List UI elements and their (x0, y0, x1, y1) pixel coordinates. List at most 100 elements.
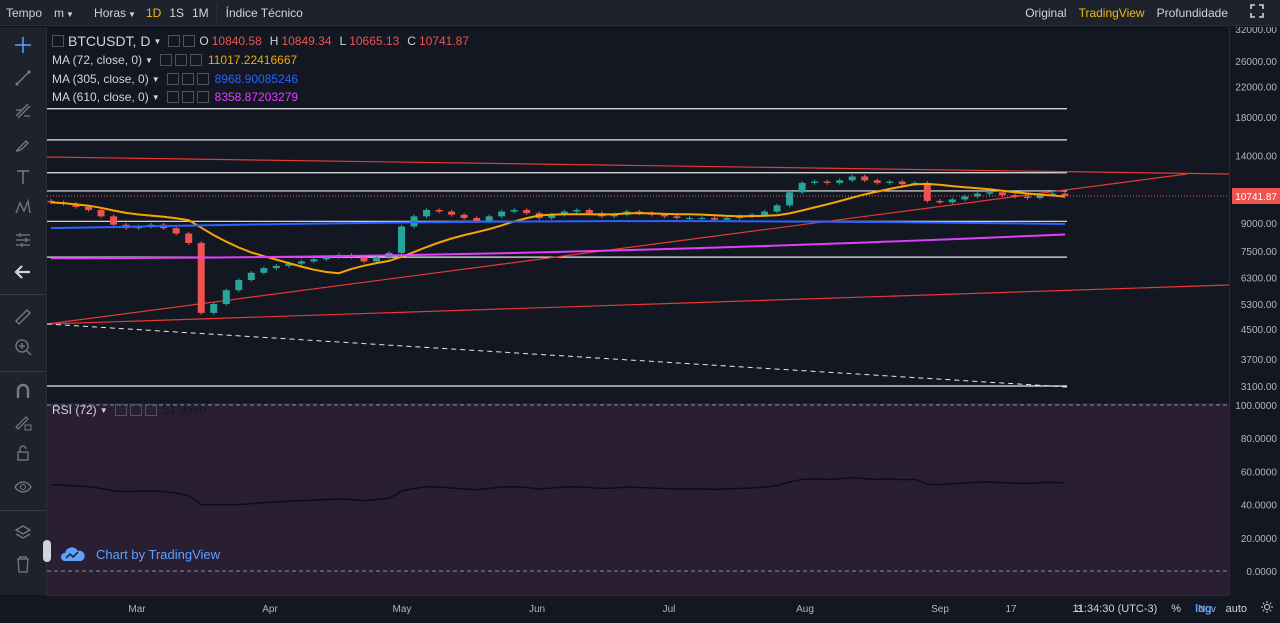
candle-body (710, 217, 718, 220)
rsi-tick-label: 60.0000 (1241, 467, 1278, 478)
candle-body (310, 259, 318, 262)
auto-toggle[interactable]: auto (1219, 603, 1254, 615)
candle-body (498, 211, 506, 217)
candle-body (823, 181, 831, 183)
eye-icon[interactable] (129, 404, 142, 416)
tempo-label: Tempo (6, 5, 43, 20)
study-legend-ma72[interactable]: MA (72, close, 0) ▼ 11017.22416667 (52, 53, 297, 67)
price-chart[interactable] (46, 27, 1230, 595)
low-value: 10665.13 (349, 34, 400, 48)
settings-icon[interactable] (1254, 601, 1280, 616)
indicators-button[interactable]: Índice Técnico (220, 0, 309, 26)
eye-icon[interactable] (181, 91, 194, 103)
candle-body (898, 181, 906, 185)
settings-icon[interactable] (166, 73, 179, 85)
study-legend-ma305[interactable]: MA (305, close, 0) ▼ 8968.90085246 (52, 72, 298, 86)
back-arrow-icon[interactable] (0, 258, 46, 286)
brush-icon[interactable] (0, 130, 46, 158)
price-tick-label: 3100.00 (1241, 382, 1278, 393)
settings-icon[interactable] (168, 35, 181, 47)
settings-icon[interactable] (166, 91, 179, 103)
close-icon[interactable] (144, 404, 157, 416)
interval-1s[interactable]: 1S (165, 0, 188, 26)
prediction-icon[interactable] (0, 226, 46, 254)
candle-body (235, 279, 243, 291)
time-tick-label: Jul (663, 604, 676, 615)
close-icon[interactable] (196, 91, 209, 103)
toolbar-divider (215, 3, 217, 22)
candle-body (485, 216, 493, 222)
lock-drawing-icon[interactable] (0, 408, 46, 436)
trendline-icon[interactable] (0, 64, 46, 92)
view-depth[interactable]: Profundidade (1151, 0, 1234, 26)
rsi-tick-label: 20.0000 (1241, 534, 1278, 545)
candle-body (773, 205, 781, 212)
study-name[interactable]: MA (72, close, 0) (52, 53, 142, 67)
time-tick-label: Aug (796, 604, 814, 615)
zoom-in-icon[interactable] (0, 333, 46, 361)
candle-body (272, 265, 280, 269)
chevron-down-icon[interactable]: ▼ (145, 56, 153, 65)
trash-icon[interactable] (0, 550, 46, 578)
eye-icon[interactable] (0, 473, 46, 501)
price-tick-label: 14000.00 (1235, 151, 1277, 162)
rsi-tick-label: 40.0000 (1241, 501, 1278, 512)
ruler-icon[interactable] (0, 303, 46, 331)
layers-icon[interactable] (0, 519, 46, 547)
fullscreen-icon[interactable] (1234, 0, 1280, 26)
candle-body (97, 209, 105, 217)
study-value: 11017.22416667 (207, 53, 298, 67)
study-legend-ma610[interactable]: MA (610, close, 0) ▼ 8358.87203279 (52, 90, 298, 104)
pattern-icon[interactable] (0, 194, 46, 222)
clock-label: 11:34:30 (UTC-3) (1072, 602, 1158, 615)
hours-select[interactable]: Horas ▼ (88, 0, 142, 26)
study-name[interactable]: MA (305, close, 0) (52, 72, 149, 86)
chevron-down-icon[interactable]: ▼ (152, 93, 160, 102)
chevron-down-icon[interactable]: ▼ (153, 37, 161, 46)
time-tick-label: May (393, 604, 412, 615)
eye-icon[interactable] (174, 54, 187, 66)
settings-icon[interactable] (114, 404, 127, 416)
candle-body (698, 217, 706, 219)
fib-icon[interactable] (0, 97, 46, 125)
candle-body (798, 182, 806, 193)
crosshair-icon[interactable] (0, 31, 46, 59)
interval-1m[interactable]: 1M (188, 0, 213, 26)
log-toggle[interactable]: log (1188, 603, 1219, 615)
tradingview-watermark[interactable]: Chart by TradingView (60, 542, 220, 566)
hide-icon[interactable] (183, 35, 196, 47)
price-axis[interactable]: 32000.00 26000.00 22000.00 18000.00 14000.00… (1229, 25, 1280, 595)
close-icon[interactable] (196, 73, 209, 85)
close-icon[interactable] (189, 54, 202, 66)
magnet-icon[interactable] (0, 377, 46, 405)
percent-toggle[interactable]: % (1164, 603, 1188, 615)
candle-body (398, 226, 406, 253)
price-tick-label: 32000.00 (1235, 27, 1277, 36)
view-original[interactable]: Original (1019, 0, 1072, 26)
study-name[interactable]: RSI (72) (52, 403, 97, 417)
candle-body (948, 199, 956, 203)
chevron-down-icon[interactable]: ▼ (100, 406, 108, 415)
lock-icon[interactable] (0, 439, 46, 467)
rsi-legend[interactable]: RSI (72) ▼ 51.9950 (52, 403, 206, 417)
price-tick-label: 7500.00 (1241, 247, 1278, 258)
candle-body (435, 209, 443, 212)
interval-1d[interactable]: 1D (142, 0, 165, 26)
low-label: L (339, 34, 347, 48)
candle-body (172, 228, 180, 234)
chevron-down-icon: ▼ (128, 9, 136, 19)
candle-body (585, 209, 593, 214)
study-name[interactable]: MA (610, close, 0) (52, 90, 149, 104)
view-tradingview[interactable]: TradingView (1073, 0, 1151, 26)
unit-select[interactable]: m ▼ (48, 0, 88, 26)
eye-icon[interactable] (181, 73, 194, 85)
chart-pane[interactable] (46, 27, 1230, 595)
pane-resize-handle[interactable] (43, 540, 51, 562)
settings-icon[interactable] (159, 54, 172, 66)
chevron-down-icon[interactable]: ▼ (152, 75, 160, 84)
text-icon[interactable] (0, 163, 46, 191)
candle-body (523, 209, 531, 214)
candle-body (573, 209, 581, 212)
collapse-icon[interactable] (52, 35, 64, 47)
symbol-title[interactable]: BTCUSDT, D (68, 33, 150, 49)
